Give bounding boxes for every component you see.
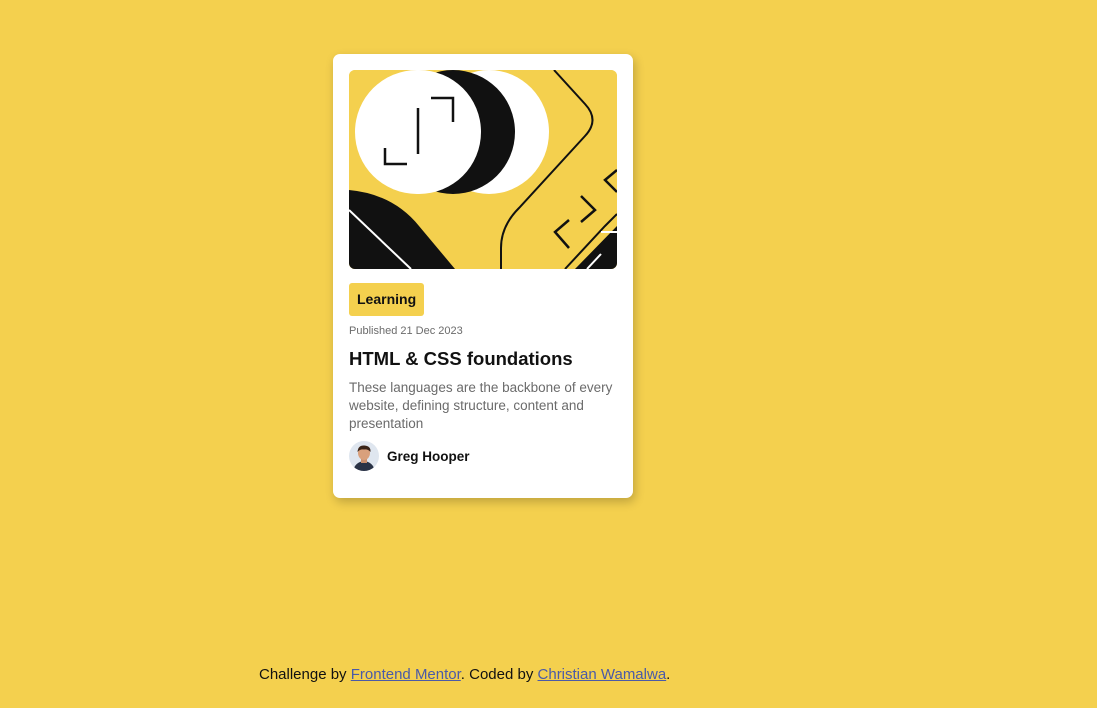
published-date: Published 21 Dec 2023 xyxy=(349,325,463,337)
frontend-mentor-link[interactable]: Frontend Mentor xyxy=(351,666,461,683)
attribution-middle: . Coded by xyxy=(460,666,538,683)
author: Greg Hooper xyxy=(349,441,617,471)
category-tag: Learning xyxy=(349,283,425,316)
blog-preview-card: Learning Published 21 Dec 2023 HTML & CS… xyxy=(333,54,633,498)
attribution-prefix: Challenge by xyxy=(259,666,351,683)
article-illustration xyxy=(349,70,617,269)
article-description: These languages are the backbone of ever… xyxy=(349,380,613,431)
attribution-suffix: . xyxy=(666,666,671,683)
author-link[interactable]: Christian Wamalwa xyxy=(538,666,667,683)
article-title[interactable]: HTML & CSS foundations xyxy=(349,348,617,370)
avatar xyxy=(349,441,379,471)
attribution: Challenge by Frontend Mentor. Coded by C… xyxy=(259,666,670,684)
author-name: Greg Hooper xyxy=(387,448,470,464)
